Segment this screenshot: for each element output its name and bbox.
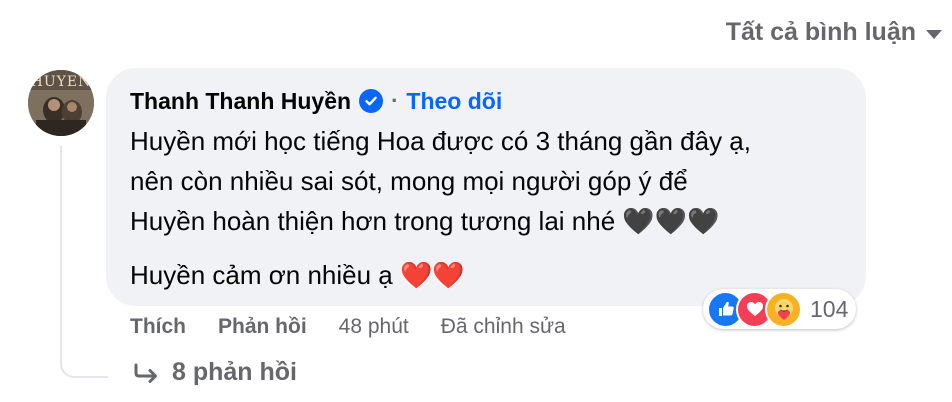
separator-dot: ·	[391, 88, 399, 113]
comment-bubble: Thanh Thanh Huyền · Theo dõi Huyền mới h…	[106, 68, 866, 306]
reactions-summary[interactable]: 104	[703, 289, 857, 329]
comment-line: nên còn nhiều sai sót, mong mọi người gó…	[130, 166, 688, 196]
comment-text: Huyền mới học tiếng Hoa được có 3 tháng …	[130, 121, 844, 295]
comment-timestamp[interactable]: 48 phút	[339, 315, 409, 339]
verified-badge-icon	[359, 89, 384, 113]
sort-comments-dropdown[interactable]: Tất cả bình luận	[726, 18, 942, 47]
like-button[interactable]: Thích	[130, 315, 186, 339]
care-icon	[765, 290, 802, 328]
view-replies-button[interactable]: 8 phản hồi	[132, 358, 297, 387]
author-name[interactable]: Thanh Thanh Huyền	[130, 88, 351, 115]
svg-text:HUYEN: HUYEN	[31, 74, 92, 90]
follow-button[interactable]: Theo dõi	[406, 88, 502, 115]
comment-line: Huyền mới học tiếng Hoa được có 3 tháng …	[130, 126, 751, 156]
comment-line: Huyền hoàn thiện hơn trong tương lai nhé…	[130, 206, 720, 236]
reaction-count: 104	[810, 295, 849, 322]
comment-header: Thanh Thanh Huyền · Theo dõi	[130, 85, 844, 117]
reply-button[interactable]: Phản hồi	[218, 315, 307, 339]
comment-actions: Thích Phản hồi 48 phút Đã chỉnh sửa	[130, 315, 566, 339]
reply-arrow-icon	[134, 363, 157, 383]
thread-connector-line	[60, 146, 108, 378]
replies-label: 8 phản hồi	[172, 358, 297, 386]
avatar[interactable]: HUYEN	[28, 70, 94, 136]
sort-label: Tất cả bình luận	[725, 18, 916, 46]
edited-label[interactable]: Đã chỉnh sửa	[441, 315, 566, 339]
caret-down-icon	[926, 30, 942, 39]
